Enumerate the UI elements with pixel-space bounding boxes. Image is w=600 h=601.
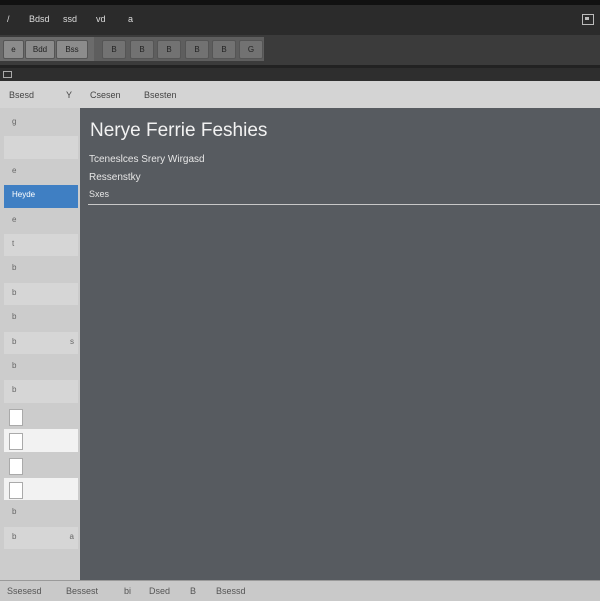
sidebar-item-label: b <box>12 336 17 346</box>
sidebar-item[interactable]: b <box>4 307 78 329</box>
page-title: Nerye Ferrie Feshies <box>90 120 268 141</box>
main-panel: Nerye Ferrie Feshies Tceneslces Srery Wi… <box>80 108 600 580</box>
filter-icon[interactable]: Y <box>66 90 72 100</box>
sidebar-item[interactable]: b <box>4 502 78 524</box>
sidebar-item[interactable] <box>4 405 78 427</box>
toolbar-button-3[interactable]: Bss <box>56 40 88 59</box>
thumbnail-icon <box>9 408 23 426</box>
sidebar-item[interactable]: e <box>4 210 78 232</box>
menu-item-1[interactable]: / <box>7 14 10 24</box>
sidebar-item-label: b <box>12 385 17 395</box>
sidebar-item-label: e <box>12 214 17 224</box>
window-icon[interactable] <box>582 14 594 25</box>
sidebar: g e Heyde e t b b b b s b b b b a <box>0 108 81 580</box>
status-item-3: bi <box>124 586 132 596</box>
sidebar-item[interactable]: g <box>4 112 78 134</box>
toolbar-button-5[interactable]: B <box>130 40 154 59</box>
sidebar-item[interactable] <box>4 136 78 159</box>
status-bar: Ssesesd Bessest bi Dsed B Bsessd <box>0 580 600 601</box>
divider <box>88 204 600 205</box>
sidebar-item-marker: s <box>70 336 74 346</box>
detail-line-3: Sxes <box>89 189 110 199</box>
toolbar-button-8[interactable]: B <box>212 40 236 59</box>
menu-item-3[interactable]: ssd <box>63 14 77 24</box>
status-item-4: Dsed <box>149 586 171 596</box>
header-item-3[interactable]: Bsesten <box>144 90 177 100</box>
toolbar-button-4[interactable]: B <box>102 40 126 59</box>
sidebar-item-label: b <box>12 361 17 370</box>
sidebar-item[interactable]: b <box>4 282 78 306</box>
toolbar-button-1[interactable]: e <box>3 40 24 59</box>
sidebar-item[interactable]: t <box>4 234 78 257</box>
sidebar-item[interactable]: ba <box>4 526 78 550</box>
tab-strip <box>0 68 600 81</box>
menu-item-4[interactable]: vd <box>96 14 106 24</box>
detail-line-2: Ressenstky <box>89 172 141 183</box>
sidebar-item[interactable]: Heyde <box>4 185 78 208</box>
menu-item-2[interactable]: Bdsd <box>29 14 50 24</box>
toolbar-button-7[interactable]: B <box>185 40 209 59</box>
detail-line-1: Tceneslces Srery Wirgasd <box>89 154 205 165</box>
sidebar-item[interactable]: b <box>4 380 78 403</box>
toolbar: e Bdd Bss B B B B B G <box>0 35 600 65</box>
panel-icon[interactable] <box>3 71 12 78</box>
menu-bar: / Bdsd ssd vd a <box>0 5 600 35</box>
sidebar-item-label: t <box>12 239 15 248</box>
header-row: Bsesd Y Csesen Bsesten <box>0 81 600 109</box>
status-item-1: Ssesesd <box>7 586 42 596</box>
sidebar-item-label: Heyde <box>12 190 36 200</box>
sidebar-item-label: b <box>12 531 17 541</box>
sidebar-item[interactable]: e <box>4 161 78 183</box>
sidebar-item[interactable] <box>4 478 78 501</box>
header-item-2[interactable]: Csesen <box>90 90 121 100</box>
sidebar-item-label: b <box>12 312 17 322</box>
toolbar-button-6[interactable]: B <box>157 40 181 59</box>
thumbnail-icon <box>9 457 23 475</box>
header-item-1[interactable]: Bsesd <box>9 90 34 100</box>
toolbar-button-9[interactable]: G <box>239 40 263 59</box>
toolbar-button-2[interactable]: Bdd <box>25 40 55 59</box>
sidebar-item-label: g <box>12 117 17 126</box>
thumbnail-icon <box>9 482 23 499</box>
sidebar-item-marker: a <box>69 531 74 541</box>
app-window: / Bdsd ssd vd a e Bdd Bss B B B B B G Bs… <box>0 0 600 601</box>
sidebar-item[interactable]: b <box>4 356 78 378</box>
sidebar-item-label: b <box>12 507 17 517</box>
sidebar-item[interactable]: b <box>4 258 78 280</box>
menu-item-5[interactable]: a <box>128 14 133 24</box>
thumbnail-icon <box>9 433 23 451</box>
sidebar-item-label: b <box>12 287 17 297</box>
status-item-6: Bsessd <box>216 586 246 596</box>
sidebar-item[interactable]: bs <box>4 331 78 354</box>
sidebar-item-label: b <box>12 263 17 273</box>
status-item-2: Bessest <box>66 586 99 596</box>
sidebar-item-label: e <box>12 165 17 175</box>
sidebar-item[interactable] <box>4 429 78 452</box>
status-item-5: B <box>190 586 197 596</box>
sidebar-item[interactable] <box>4 454 78 476</box>
